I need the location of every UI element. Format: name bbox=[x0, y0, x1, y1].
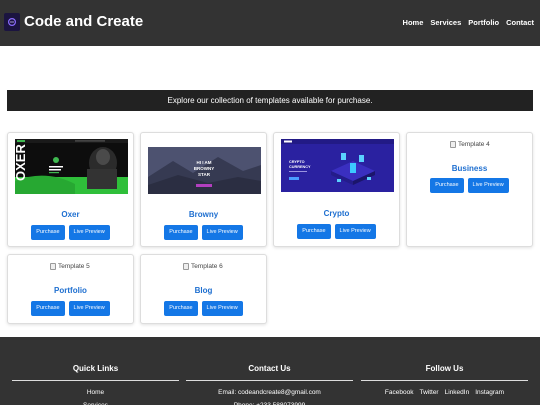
site-title: Code and Create bbox=[24, 13, 144, 30]
footer-link-home[interactable]: Home bbox=[87, 388, 104, 397]
footer-link-services[interactable]: Services bbox=[83, 401, 108, 410]
purchase-button[interactable]: Purchase bbox=[164, 225, 198, 240]
footer-contact: Contact Us Email: codeandcreate8@gmail.c… bbox=[186, 364, 353, 410]
purchase-button[interactable]: Purchase bbox=[164, 301, 198, 316]
live-preview-button[interactable]: Live Preview bbox=[201, 301, 243, 316]
logo-icon[interactable] bbox=[4, 13, 20, 31]
contact-phone: Phone: +233 588073999 bbox=[233, 402, 306, 409]
nav-contact[interactable]: Contact bbox=[506, 17, 534, 28]
template-title: Oxer bbox=[61, 210, 80, 219]
nav-services[interactable]: Services bbox=[430, 17, 461, 28]
image-alt-text: Template 5 bbox=[58, 263, 90, 270]
live-preview-button[interactable]: Live Preview bbox=[467, 178, 509, 193]
template-image[interactable]: Template 6 bbox=[183, 263, 223, 270]
purchase-button[interactable]: Purchase bbox=[31, 301, 65, 316]
svg-text:CURRENCY: CURRENCY bbox=[289, 165, 311, 169]
live-preview-button[interactable]: Live Preview bbox=[334, 224, 376, 239]
oxer-screenshot[interactable]: OXER bbox=[15, 139, 128, 194]
footer-heading: Contact Us bbox=[248, 364, 291, 373]
contact-email[interactable]: Email: codeandcreate8@gmail.com bbox=[218, 388, 321, 397]
template-title: Business bbox=[451, 164, 488, 173]
footer-quick-links: Quick Links Home Services bbox=[12, 364, 179, 410]
card-actions: Purchase Live Preview bbox=[8, 301, 133, 316]
browny-top-strip bbox=[148, 139, 261, 147]
card-actions: Purchase Live Preview bbox=[141, 301, 266, 316]
template-card-blog: Template 6 Blog Purchase Live Preview bbox=[140, 254, 267, 324]
card-actions: Purchase Live Preview bbox=[141, 225, 266, 240]
main-nav: Home Services Portfolio Contact bbox=[403, 17, 534, 28]
svg-text:BROWNY: BROWNY bbox=[194, 166, 215, 171]
template-card-portfolio: Template 5 Portfolio Purchase Live Previ… bbox=[7, 254, 134, 324]
footer-divider bbox=[186, 380, 353, 381]
broken-image-icon bbox=[183, 263, 189, 270]
live-preview-button[interactable]: Live Preview bbox=[68, 301, 110, 316]
template-title: Blog bbox=[194, 286, 213, 295]
template-title: Crypto bbox=[323, 209, 350, 218]
site-footer: Quick Links Home Services Contact Us Ema… bbox=[0, 337, 540, 409]
image-alt-text: Template 4 bbox=[458, 141, 490, 148]
template-title: Portfolio bbox=[54, 286, 87, 295]
footer-divider bbox=[12, 380, 179, 381]
purchase-button[interactable]: Purchase bbox=[430, 178, 464, 193]
social-link-instagram[interactable]: Instagram bbox=[475, 388, 504, 397]
live-preview-button[interactable]: Live Preview bbox=[201, 225, 243, 240]
card-actions: Purchase Live Preview bbox=[274, 224, 399, 239]
crypto-screenshot[interactable]: CRYPTO CURRENCY bbox=[281, 139, 394, 192]
nav-portfolio[interactable]: Portfolio bbox=[468, 17, 499, 28]
template-card-browny: HI I AM BROWNY STAR Browny Purchase Live… bbox=[140, 132, 267, 247]
footer-heading: Follow Us bbox=[425, 364, 464, 373]
site-header: Code and Create Home Services Portfolio … bbox=[0, 0, 540, 46]
social-link-facebook[interactable]: Facebook bbox=[385, 388, 414, 397]
image-alt-text: Template 6 bbox=[191, 263, 223, 270]
svg-text:STAR: STAR bbox=[198, 172, 211, 177]
broken-image-icon bbox=[50, 263, 56, 270]
broken-image-icon bbox=[450, 141, 456, 148]
template-card-oxer: OXER Oxer Purchase Live Preview bbox=[7, 132, 134, 247]
footer-follow: Follow Us Facebook Twitter LinkedIn Inst… bbox=[361, 364, 528, 397]
card-actions: Purchase Live Preview bbox=[8, 225, 133, 240]
intro-banner: Explore our collection of templates avai… bbox=[7, 90, 533, 111]
footer-heading: Quick Links bbox=[72, 364, 119, 373]
template-image[interactable]: Template 4 bbox=[450, 141, 490, 148]
template-title: Browny bbox=[188, 210, 219, 219]
template-card-crypto: CRYPTO CURRENCY Crypto Purchase Live Pre… bbox=[273, 132, 400, 247]
svg-text:CRYPTO: CRYPTO bbox=[289, 160, 305, 164]
footer-divider bbox=[361, 380, 528, 381]
card-actions: Purchase Live Preview bbox=[407, 178, 532, 193]
live-preview-button[interactable]: Live Preview bbox=[68, 225, 110, 240]
svg-text:HI I AM: HI I AM bbox=[196, 160, 211, 165]
svg-text:OXER: OXER bbox=[15, 144, 28, 181]
template-card-business: Template 4 Business Purchase Live Previe… bbox=[406, 132, 533, 247]
purchase-button[interactable]: Purchase bbox=[297, 224, 331, 239]
nav-home[interactable]: Home bbox=[403, 17, 424, 28]
purchase-button[interactable]: Purchase bbox=[31, 225, 65, 240]
social-link-linkedin[interactable]: LinkedIn bbox=[445, 388, 470, 397]
template-image[interactable]: Template 5 bbox=[50, 263, 90, 270]
banner-text: Explore our collection of templates avai… bbox=[167, 96, 373, 105]
browny-screenshot[interactable]: HI I AM BROWNY STAR bbox=[148, 147, 261, 194]
social-link-twitter[interactable]: Twitter bbox=[419, 388, 438, 397]
